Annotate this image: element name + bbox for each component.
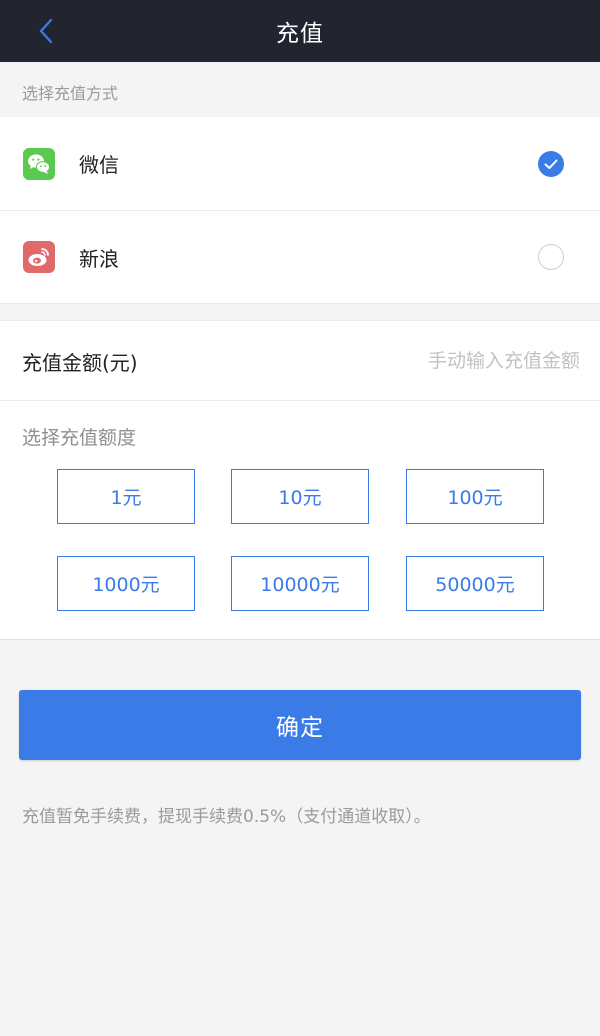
payment-section-label: 选择充值方式 — [22, 84, 119, 103]
quota-option-100[interactable]: 100元 — [406, 469, 544, 524]
quota-option-1000[interactable]: 1000元 — [57, 556, 195, 611]
amount-label: 充值金额(元) — [22, 351, 138, 375]
quota-option-10000[interactable]: 10000元 — [231, 556, 369, 611]
recharge-page: 充值 选择充值方式 微信 新浪 充值金额(元) 手动输入充值金额 选择充值额度 … — [0, 0, 600, 1036]
radio-unchecked-icon[interactable] — [538, 244, 564, 270]
quota-option-50000[interactable]: 50000元 — [406, 556, 544, 611]
quota-option-10[interactable]: 10元 — [231, 469, 369, 524]
wechat-icon — [23, 147, 55, 180]
payment-method-name: 微信 — [79, 153, 119, 177]
amount-input[interactable] — [320, 341, 580, 381]
radio-checked-icon[interactable] — [538, 150, 564, 177]
chevron-left-icon[interactable] — [30, 14, 64, 48]
payment-method-list: 微信 新浪 — [0, 117, 600, 304]
quota-option-1[interactable]: 1元 — [57, 469, 195, 524]
payment-method-wechat[interactable]: 微信 — [0, 117, 600, 210]
nav-bar: 充值 — [0, 0, 600, 62]
payment-method-weibo[interactable]: 新浪 — [0, 210, 600, 303]
payment-method-name: 新浪 — [79, 246, 119, 271]
amount-card: 充值金额(元) 选择充值额度 1元 10元 100元 1000元 10000元 … — [0, 320, 600, 640]
page-title: 充值 — [276, 21, 324, 47]
weibo-icon — [23, 241, 55, 273]
fee-notice: 充值暂免手续费，提现手续费0.5%（支付通道收取）。 — [22, 807, 431, 827]
amount-row: 充值金额(元) — [0, 321, 600, 401]
confirm-button[interactable]: 确定 — [19, 690, 581, 760]
quota-section-label: 选择充值额度 — [22, 427, 137, 449]
